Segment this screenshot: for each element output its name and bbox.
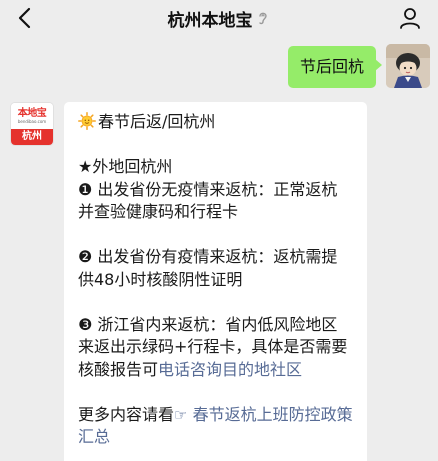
outgoing-text: 节后回杭 xyxy=(299,57,364,76)
reply-title-line: 春节后返/回杭州 xyxy=(78,111,353,134)
ear-icon xyxy=(257,10,271,26)
community-consult-link[interactable]: 电话咨询目的地社区 xyxy=(158,360,302,379)
back-icon[interactable] xyxy=(14,6,36,30)
reply-item-2: ❷ 出发省份有疫情来返杭：返杭需提供48小时核酸阴性证明 xyxy=(78,247,338,289)
outgoing-bubble[interactable]: 节后回杭 xyxy=(287,46,383,88)
pointing-hand-icon: ☞ xyxy=(174,405,188,424)
incoming-bubble[interactable]: 春节后返/回杭州 ★外地回杭州 ❶ 出发省份无疫情来返杭：正常返杭并查验健康码和… xyxy=(64,102,367,461)
logo-domain: bendibao.com xyxy=(17,119,47,124)
reply-title: 春节后返/回杭州 xyxy=(98,112,216,131)
outgoing-message: 节后回杭 xyxy=(287,44,430,88)
incoming-message: 本地宝 bendibao.com 杭州 春节后返/回杭州 ★外地回杭州 ❶ 出发… xyxy=(10,102,367,461)
profile-icon[interactable] xyxy=(398,6,422,30)
sun-icon xyxy=(78,112,96,130)
reply-heading: ★外地回杭州 xyxy=(78,157,173,176)
reply-more-line: 更多内容请看☞ 春节返杭上班防控政策汇总 xyxy=(78,404,353,449)
user-avatar[interactable] xyxy=(386,44,430,88)
reply-item-3: ❸ 浙江省内来返杭：省内低风险地区来返出示绿码+行程卡，具体是否需要核酸报告可电… xyxy=(78,314,353,382)
reply-more-text: 更多内容请看 xyxy=(78,404,175,424)
logo-top: 本地宝 bendibao.com xyxy=(11,103,53,129)
chat-title: 杭州本地宝 xyxy=(167,10,253,31)
chat-title-wrap: 杭州本地宝 xyxy=(168,6,271,31)
reply-item-1: ❶ 出发省份无疫情来返杭：正常返杭并查验健康码和行程卡 xyxy=(78,179,338,222)
logo-city: 杭州 xyxy=(11,129,53,145)
navigation-bar: 杭州本地宝 xyxy=(0,0,438,36)
chat-screen: 杭州本地宝 节后回杭 本地宝 bendibao.com 杭州 春节后返/回杭州 … xyxy=(0,0,438,461)
logo-brand: 本地宝 xyxy=(17,108,47,119)
bot-avatar[interactable]: 本地宝 bendibao.com 杭州 xyxy=(10,102,54,146)
